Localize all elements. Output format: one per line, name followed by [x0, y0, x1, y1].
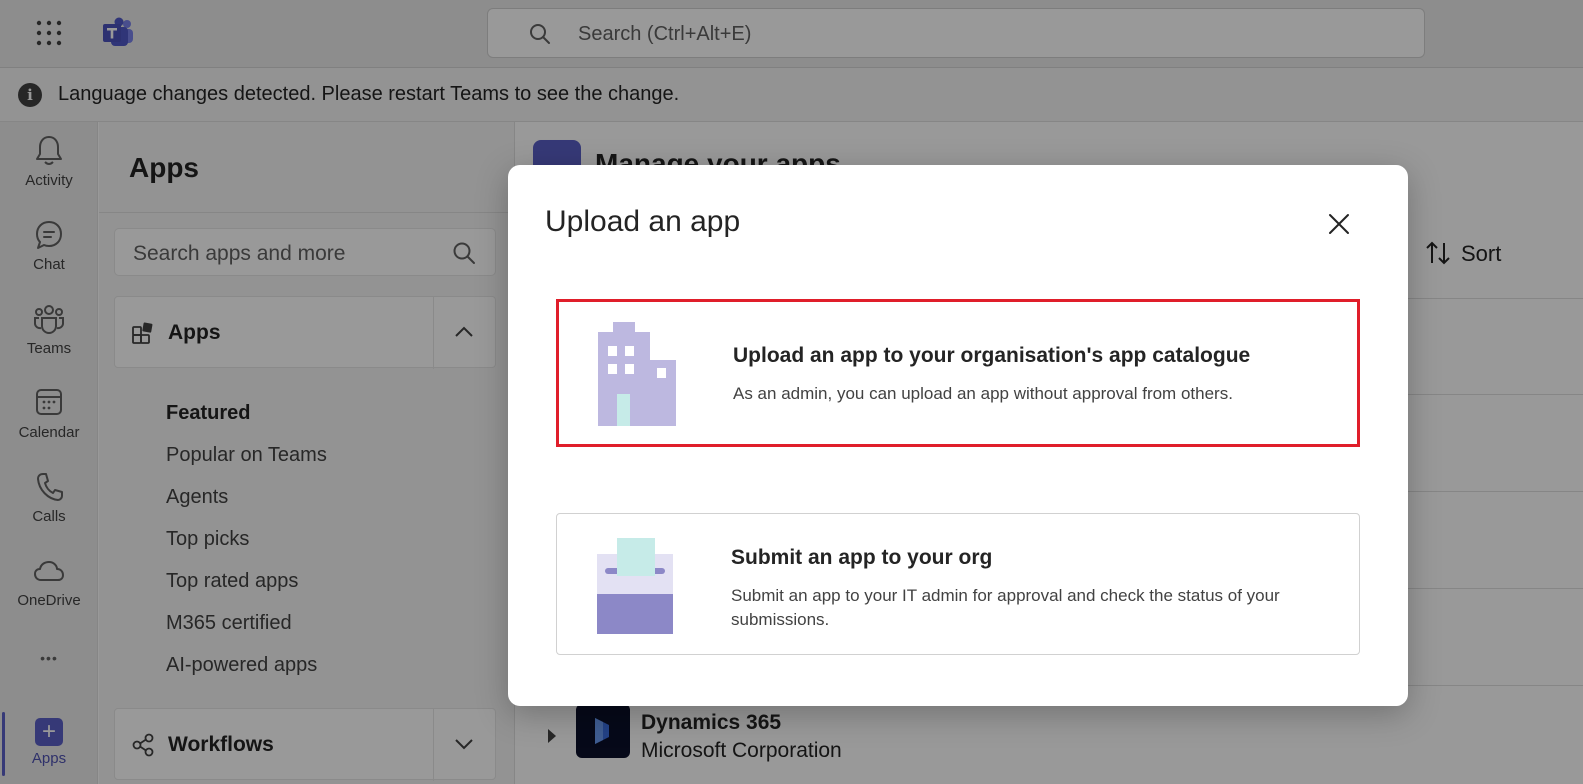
building-icon [598, 322, 676, 426]
option-title: Upload an app to your organisation's app… [733, 344, 1251, 367]
submit-to-org-option[interactable]: Submit an app to your org Submit an app … [556, 513, 1360, 655]
close-icon[interactable] [1324, 209, 1354, 239]
upload-to-catalogue-option[interactable]: Upload an app to your organisation's app… [556, 299, 1360, 447]
upload-app-dialog: Upload an app Upload an app to your orga… [508, 165, 1408, 706]
option-description: Submit an app to your IT admin for appro… [731, 586, 1280, 629]
option-title: Submit an app to your org [731, 546, 993, 569]
submission-box-icon [597, 538, 673, 634]
option-description: As an admin, you can upload an app witho… [733, 384, 1233, 403]
dialog-title: Upload an app [545, 205, 741, 238]
